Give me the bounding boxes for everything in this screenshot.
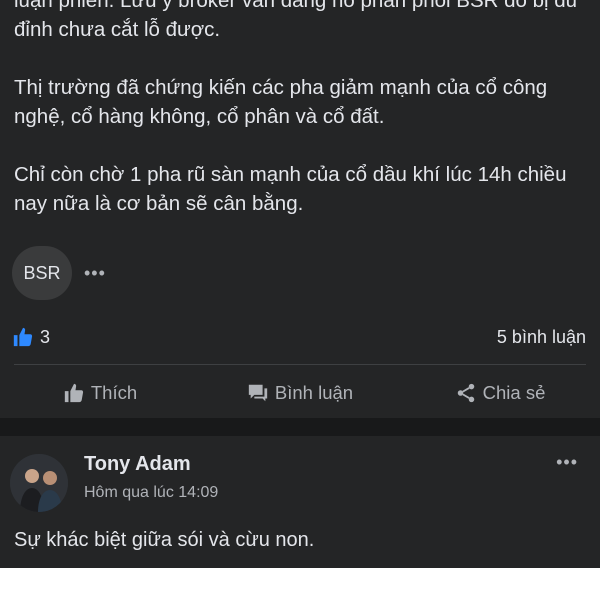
divider: [14, 364, 586, 365]
post-body: luận phiên. Lưu ý broker vẫn đang hô phâ…: [14, 0, 594, 247]
post-paragraph: Thị trường đã chứng kiến các pha giảm mạ…: [14, 76, 548, 128]
comment-text: Sự khác biệt giữa sói và cừu non.: [14, 529, 315, 551]
tag-chip-bsr[interactable]: BSR: [12, 246, 72, 300]
comment-button-label: Bình luận: [274, 382, 354, 403]
comment-timestamp[interactable]: Hôm qua lúc 14:09: [84, 484, 218, 502]
feed-separator: [0, 418, 600, 436]
post-paragraph: luận phiên. Lưu ý broker vẫn đang hô phâ…: [14, 0, 578, 41]
comment-author[interactable]: Tony Adam: [84, 453, 191, 476]
share-icon: [457, 383, 474, 403]
share-button-label: Chia sẻ: [482, 382, 546, 403]
comment-icon: [248, 384, 268, 402]
post-stats: 3 5 bình luận: [12, 322, 586, 352]
thumbs-up-icon: [64, 383, 83, 403]
avatar-photo: [10, 454, 68, 512]
share-button[interactable]: Chia sẻ: [400, 382, 600, 404]
avatar[interactable]: [10, 454, 68, 512]
like-button[interactable]: Thích: [0, 382, 200, 404]
comment-button[interactable]: Bình luận: [200, 382, 400, 404]
comment-item: Tony Adam Hôm qua lúc 14:09 ••• Sự khác …: [0, 436, 600, 568]
comment-count-link[interactable]: 5 bình luận: [497, 327, 586, 348]
reaction-summary[interactable]: 3: [12, 326, 50, 348]
comment-more-button[interactable]: •••: [556, 452, 578, 473]
action-bar: Thích Bình luận Chia sẻ: [0, 372, 600, 414]
like-button-label: Thích: [90, 382, 138, 403]
like-count: 3: [40, 326, 51, 347]
more-tags-button[interactable]: •••: [84, 263, 106, 284]
thumbs-up-icon: [13, 327, 33, 347]
post-paragraph: Chỉ còn chờ 1 pha rũ sàn mạnh của cổ dầu…: [14, 163, 567, 215]
post-card: luận phiên. Lưu ý broker vẫn đang hô phâ…: [0, 0, 600, 418]
tag-row: BSR •••: [12, 246, 106, 300]
